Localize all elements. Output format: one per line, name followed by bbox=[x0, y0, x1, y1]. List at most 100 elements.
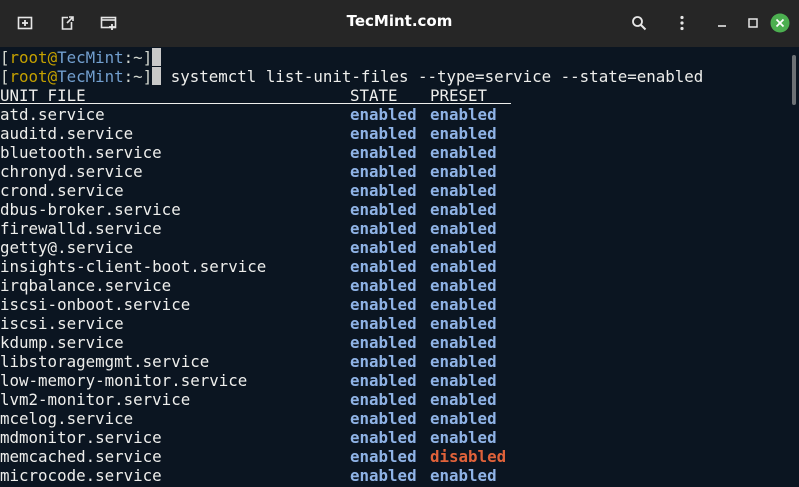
unit-preset: enabled bbox=[430, 105, 497, 124]
table-row: iscsi-onboot.service enabled enabled bbox=[0, 295, 790, 314]
unit-file-name: microcode.service bbox=[0, 466, 162, 485]
unit-preset: enabled bbox=[430, 352, 497, 371]
table-row: firewalld.service enabled enabled bbox=[0, 219, 790, 238]
unit-file-name: auditd.service bbox=[0, 124, 134, 143]
scrollbar[interactable] bbox=[790, 47, 799, 487]
table-row: mdmonitor.service enabled enabled bbox=[0, 428, 790, 447]
unit-preset: enabled bbox=[430, 200, 497, 219]
prompt-host: TecMint bbox=[57, 67, 124, 86]
unit-preset: enabled bbox=[430, 371, 497, 390]
search-button[interactable] bbox=[623, 8, 655, 38]
terminal-output[interactable]: [root@TecMint:~] [root@TecMint:~] system… bbox=[0, 47, 790, 487]
table-row: bluetooth.service enabled enabled bbox=[0, 143, 790, 162]
prompt-open: [ bbox=[0, 48, 10, 67]
new-window-button[interactable] bbox=[93, 8, 125, 38]
header-underline bbox=[0, 103, 511, 104]
unit-state: enabled bbox=[350, 162, 417, 181]
table-row: kdump.service enabled enabled bbox=[0, 333, 790, 352]
unit-state: enabled bbox=[350, 276, 417, 295]
unit-state: enabled bbox=[350, 238, 417, 257]
prompt-user: root bbox=[9, 67, 48, 86]
new-tab-icon bbox=[17, 16, 33, 30]
unit-file-name: kdump.service bbox=[0, 333, 124, 352]
unit-preset: enabled bbox=[430, 257, 497, 276]
prompt-close: ] bbox=[142, 48, 153, 67]
table-row: iscsi.service enabled enabled bbox=[0, 314, 790, 333]
minimize-icon bbox=[718, 25, 726, 27]
table-row: crond.service enabled enabled bbox=[0, 181, 790, 200]
unit-state: enabled bbox=[350, 371, 417, 390]
menu-button[interactable] bbox=[666, 8, 698, 38]
table-row: mcelog.service enabled enabled bbox=[0, 409, 790, 428]
unit-file-name: lvm2-monitor.service bbox=[0, 390, 191, 409]
unit-state: enabled bbox=[350, 447, 417, 466]
unit-state: enabled bbox=[350, 105, 417, 124]
table-row: irqbalance.service enabled enabled bbox=[0, 276, 790, 295]
unit-state: enabled bbox=[350, 181, 417, 200]
prompt-at: @ bbox=[47, 48, 58, 67]
unit-file-name: insights-client-boot.service bbox=[0, 257, 267, 276]
title-bar: TecMint.com bbox=[0, 0, 799, 48]
command-text: systemctl list-unit-files --type=service… bbox=[170, 67, 704, 86]
unit-file-name: bluetooth.service bbox=[0, 143, 162, 162]
block-cursor bbox=[152, 48, 162, 66]
detach-tab-button[interactable] bbox=[51, 8, 83, 38]
unit-file-name: crond.service bbox=[0, 181, 124, 200]
table-row: chronyd.service enabled enabled bbox=[0, 162, 790, 181]
table-row: dbus-broker.service enabled enabled bbox=[0, 200, 790, 219]
table-row: auditd.service enabled enabled bbox=[0, 124, 790, 143]
search-icon bbox=[632, 16, 647, 31]
unit-state: enabled bbox=[350, 200, 417, 219]
prompt-open: [ bbox=[0, 67, 10, 86]
prompt-path: :~ bbox=[123, 48, 143, 67]
unit-state: enabled bbox=[350, 124, 417, 143]
unit-state: enabled bbox=[350, 314, 417, 333]
unit-state: enabled bbox=[350, 143, 417, 162]
table-row: insights-client-boot.service enabled enabl… bbox=[0, 257, 790, 276]
unit-preset: enabled bbox=[430, 162, 497, 181]
unit-preset: enabled bbox=[430, 181, 497, 200]
table-row: getty@.service enabled enabled bbox=[0, 238, 790, 257]
unit-file-name: firewalld.service bbox=[0, 219, 162, 238]
unit-state: enabled bbox=[350, 428, 417, 447]
unit-file-name: getty@.service bbox=[0, 238, 134, 257]
unit-preset: enabled bbox=[430, 143, 497, 162]
unit-preset: enabled bbox=[430, 390, 497, 409]
maximize-icon bbox=[748, 18, 758, 28]
scrollbar-thumb[interactable] bbox=[792, 55, 796, 105]
block-cursor bbox=[152, 67, 162, 85]
unit-preset: enabled bbox=[430, 238, 497, 257]
unit-state: enabled bbox=[350, 219, 417, 238]
prompt-line: [root@TecMint:~] bbox=[0, 48, 790, 67]
unit-state: enabled bbox=[350, 257, 417, 276]
prompt-at: @ bbox=[47, 67, 58, 86]
new-tab-button[interactable] bbox=[9, 8, 41, 38]
unit-file-name: dbus-broker.service bbox=[0, 200, 181, 219]
unit-state: enabled bbox=[350, 295, 417, 314]
table-row: libstoragemgmt.service enabled enabled bbox=[0, 352, 790, 371]
new-window-icon bbox=[100, 16, 117, 30]
unit-file-name: low-memory-monitor.service bbox=[0, 371, 248, 390]
unit-preset: enabled bbox=[430, 333, 497, 352]
unit-file-name: mcelog.service bbox=[0, 409, 134, 428]
close-button[interactable] bbox=[764, 8, 796, 38]
unit-state: enabled bbox=[350, 466, 417, 485]
unit-preset: enabled bbox=[430, 428, 497, 447]
unit-file-name: iscsi.service bbox=[0, 314, 124, 333]
unit-preset: enabled bbox=[430, 409, 497, 428]
unit-file-name: irqbalance.service bbox=[0, 276, 172, 295]
detach-tab-icon bbox=[61, 16, 74, 30]
unit-preset: enabled bbox=[430, 466, 497, 485]
table-row: atd.service enabled enabled bbox=[0, 105, 790, 124]
table-row: low-memory-monitor.service enabled enabled bbox=[0, 371, 790, 390]
minimize-button[interactable] bbox=[706, 8, 738, 38]
unit-list: atd.service enabled enabled auditd.service e… bbox=[0, 105, 790, 485]
unit-preset: disabled bbox=[430, 447, 507, 466]
terminal-window: TecMint.com [root@TecMint:~] [root@TecMi… bbox=[0, 0, 799, 487]
unit-preset: enabled bbox=[430, 314, 497, 333]
unit-preset: enabled bbox=[430, 124, 497, 143]
close-icon bbox=[770, 13, 790, 33]
unit-file-name: atd.service bbox=[0, 105, 105, 124]
unit-preset: enabled bbox=[430, 295, 497, 314]
table-row: lvm2-monitor.service enabled enabled bbox=[0, 390, 790, 409]
